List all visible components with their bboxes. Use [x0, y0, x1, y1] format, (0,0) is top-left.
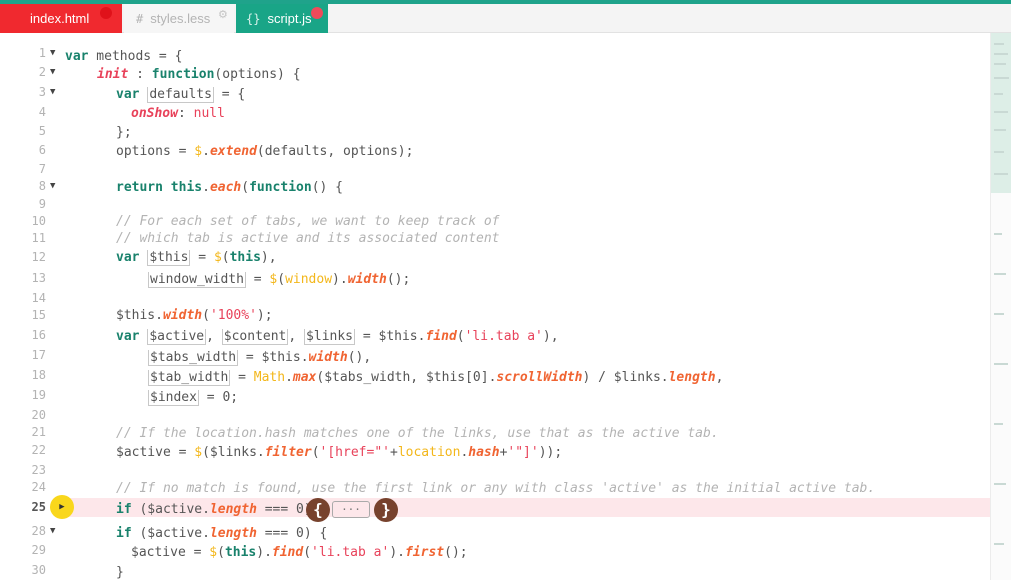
line-number: 6	[38, 143, 46, 157]
fold-arrow-icon[interactable]: ▼	[50, 83, 55, 102]
line-number: 29	[31, 543, 46, 557]
unsaved-dot-icon[interactable]	[311, 7, 323, 19]
code-editor[interactable]: 1 ▼ 2 ▼ 3 ▼ 4 5 6 7 8 ▼ 9 10 11 12 13 14…	[0, 33, 1011, 580]
line-number: 24	[31, 480, 46, 494]
line-number: 12	[31, 250, 46, 264]
tab-label: styles.less	[150, 11, 211, 26]
code-line-5: };	[116, 125, 132, 140]
code-line-25: if ($active.length === 0)	[116, 502, 312, 517]
line-number: 8	[38, 179, 46, 193]
code-line-16: var $active, $content, $links = $this.fi…	[116, 329, 559, 345]
line-number: 2	[38, 65, 46, 79]
line-number: 4	[38, 105, 46, 119]
line-number: 17	[31, 348, 46, 362]
code-line-19: $index = 0;	[148, 390, 239, 406]
code-line-2: init : function(options) {	[97, 67, 301, 82]
line-number: 19	[31, 388, 46, 402]
fold-arrow-icon[interactable]: ▼	[50, 522, 55, 541]
line-number: 28	[31, 524, 46, 538]
code-line-15: $this.width('100%');	[116, 308, 273, 323]
code-line-13: window_width = $(window).width();	[148, 272, 411, 288]
tab-label: index.html	[30, 11, 90, 26]
code-line-3: var defaults = {	[116, 87, 246, 103]
code-line-24: // If no match is found, use the first l…	[116, 481, 876, 496]
fold-placeholder[interactable]: ···	[332, 501, 370, 518]
code-line-11: // which tab is active and its associate…	[116, 231, 500, 246]
tab-bar: index.html # styles.less ⚙ {} script.js	[0, 4, 1011, 33]
unsaved-dot-icon[interactable]	[100, 7, 112, 19]
line-number: 18	[31, 368, 46, 382]
tab-index-html[interactable]: index.html	[0, 4, 122, 33]
close-icon[interactable]: ⚙	[218, 8, 228, 21]
line-gutter[interactable]: 1 ▼ 2 ▼ 3 ▼ 4 5 6 7 8 ▼ 9 10 11 12 13 14…	[0, 33, 74, 580]
code-line-29: $active = $(this).find('li.tab a').first…	[131, 545, 468, 560]
code-line-8: return this.each(function() {	[116, 180, 344, 195]
hash-icon: #	[136, 11, 144, 26]
line-number: 16	[31, 328, 46, 342]
code-line-12: var $this = $(this),	[116, 250, 277, 266]
code-line-18: $tab_width = Math.max($tabs_width, $this…	[148, 370, 724, 386]
tab-styles-less[interactable]: # styles.less ⚙	[124, 4, 234, 33]
fold-arrow-icon[interactable]: ▼	[50, 177, 55, 196]
active-line-number: 25	[31, 500, 46, 514]
code-line-30: }	[116, 565, 124, 580]
line-number: 3	[38, 85, 46, 99]
line-number: 13	[31, 271, 46, 285]
fold-arrow-icon[interactable]: ▼	[50, 44, 55, 63]
braces-icon: {}	[246, 11, 261, 26]
code-line-21: // If the location.hash matches one of t…	[116, 426, 719, 441]
code-line-17: $tabs_width = $this.width(),	[148, 350, 372, 366]
code-line-1: var methods = {	[65, 49, 183, 64]
line-number: 1	[38, 46, 46, 60]
line-number: 15	[31, 308, 46, 322]
code-line-22: $active = $($links.filter('[href="'+loca…	[116, 445, 563, 460]
code-line-6: options = $.extend(defaults, options);	[116, 144, 414, 159]
code-line-28: if ($active.length === 0) {	[116, 526, 328, 541]
fold-arrow-icon[interactable]: ▼	[50, 63, 55, 82]
line-number: 11	[31, 231, 46, 245]
tab-script-js[interactable]: {} script.js	[236, 4, 328, 33]
line-number: 21	[31, 425, 46, 439]
line-number: 5	[38, 124, 46, 138]
code-line-4: onShow: null	[131, 106, 225, 121]
tab-label: script.js	[267, 11, 312, 26]
line-number: 22	[31, 443, 46, 457]
fold-close-brace-icon[interactable]: }	[374, 498, 398, 522]
line-number: 30	[31, 563, 46, 577]
minimap[interactable]	[990, 33, 1011, 580]
minimap-viewport[interactable]	[991, 33, 1011, 193]
fold-open-brace-icon[interactable]: {	[306, 498, 330, 522]
code-area[interactable]: var methods = { init : function(options)…	[64, 33, 990, 580]
